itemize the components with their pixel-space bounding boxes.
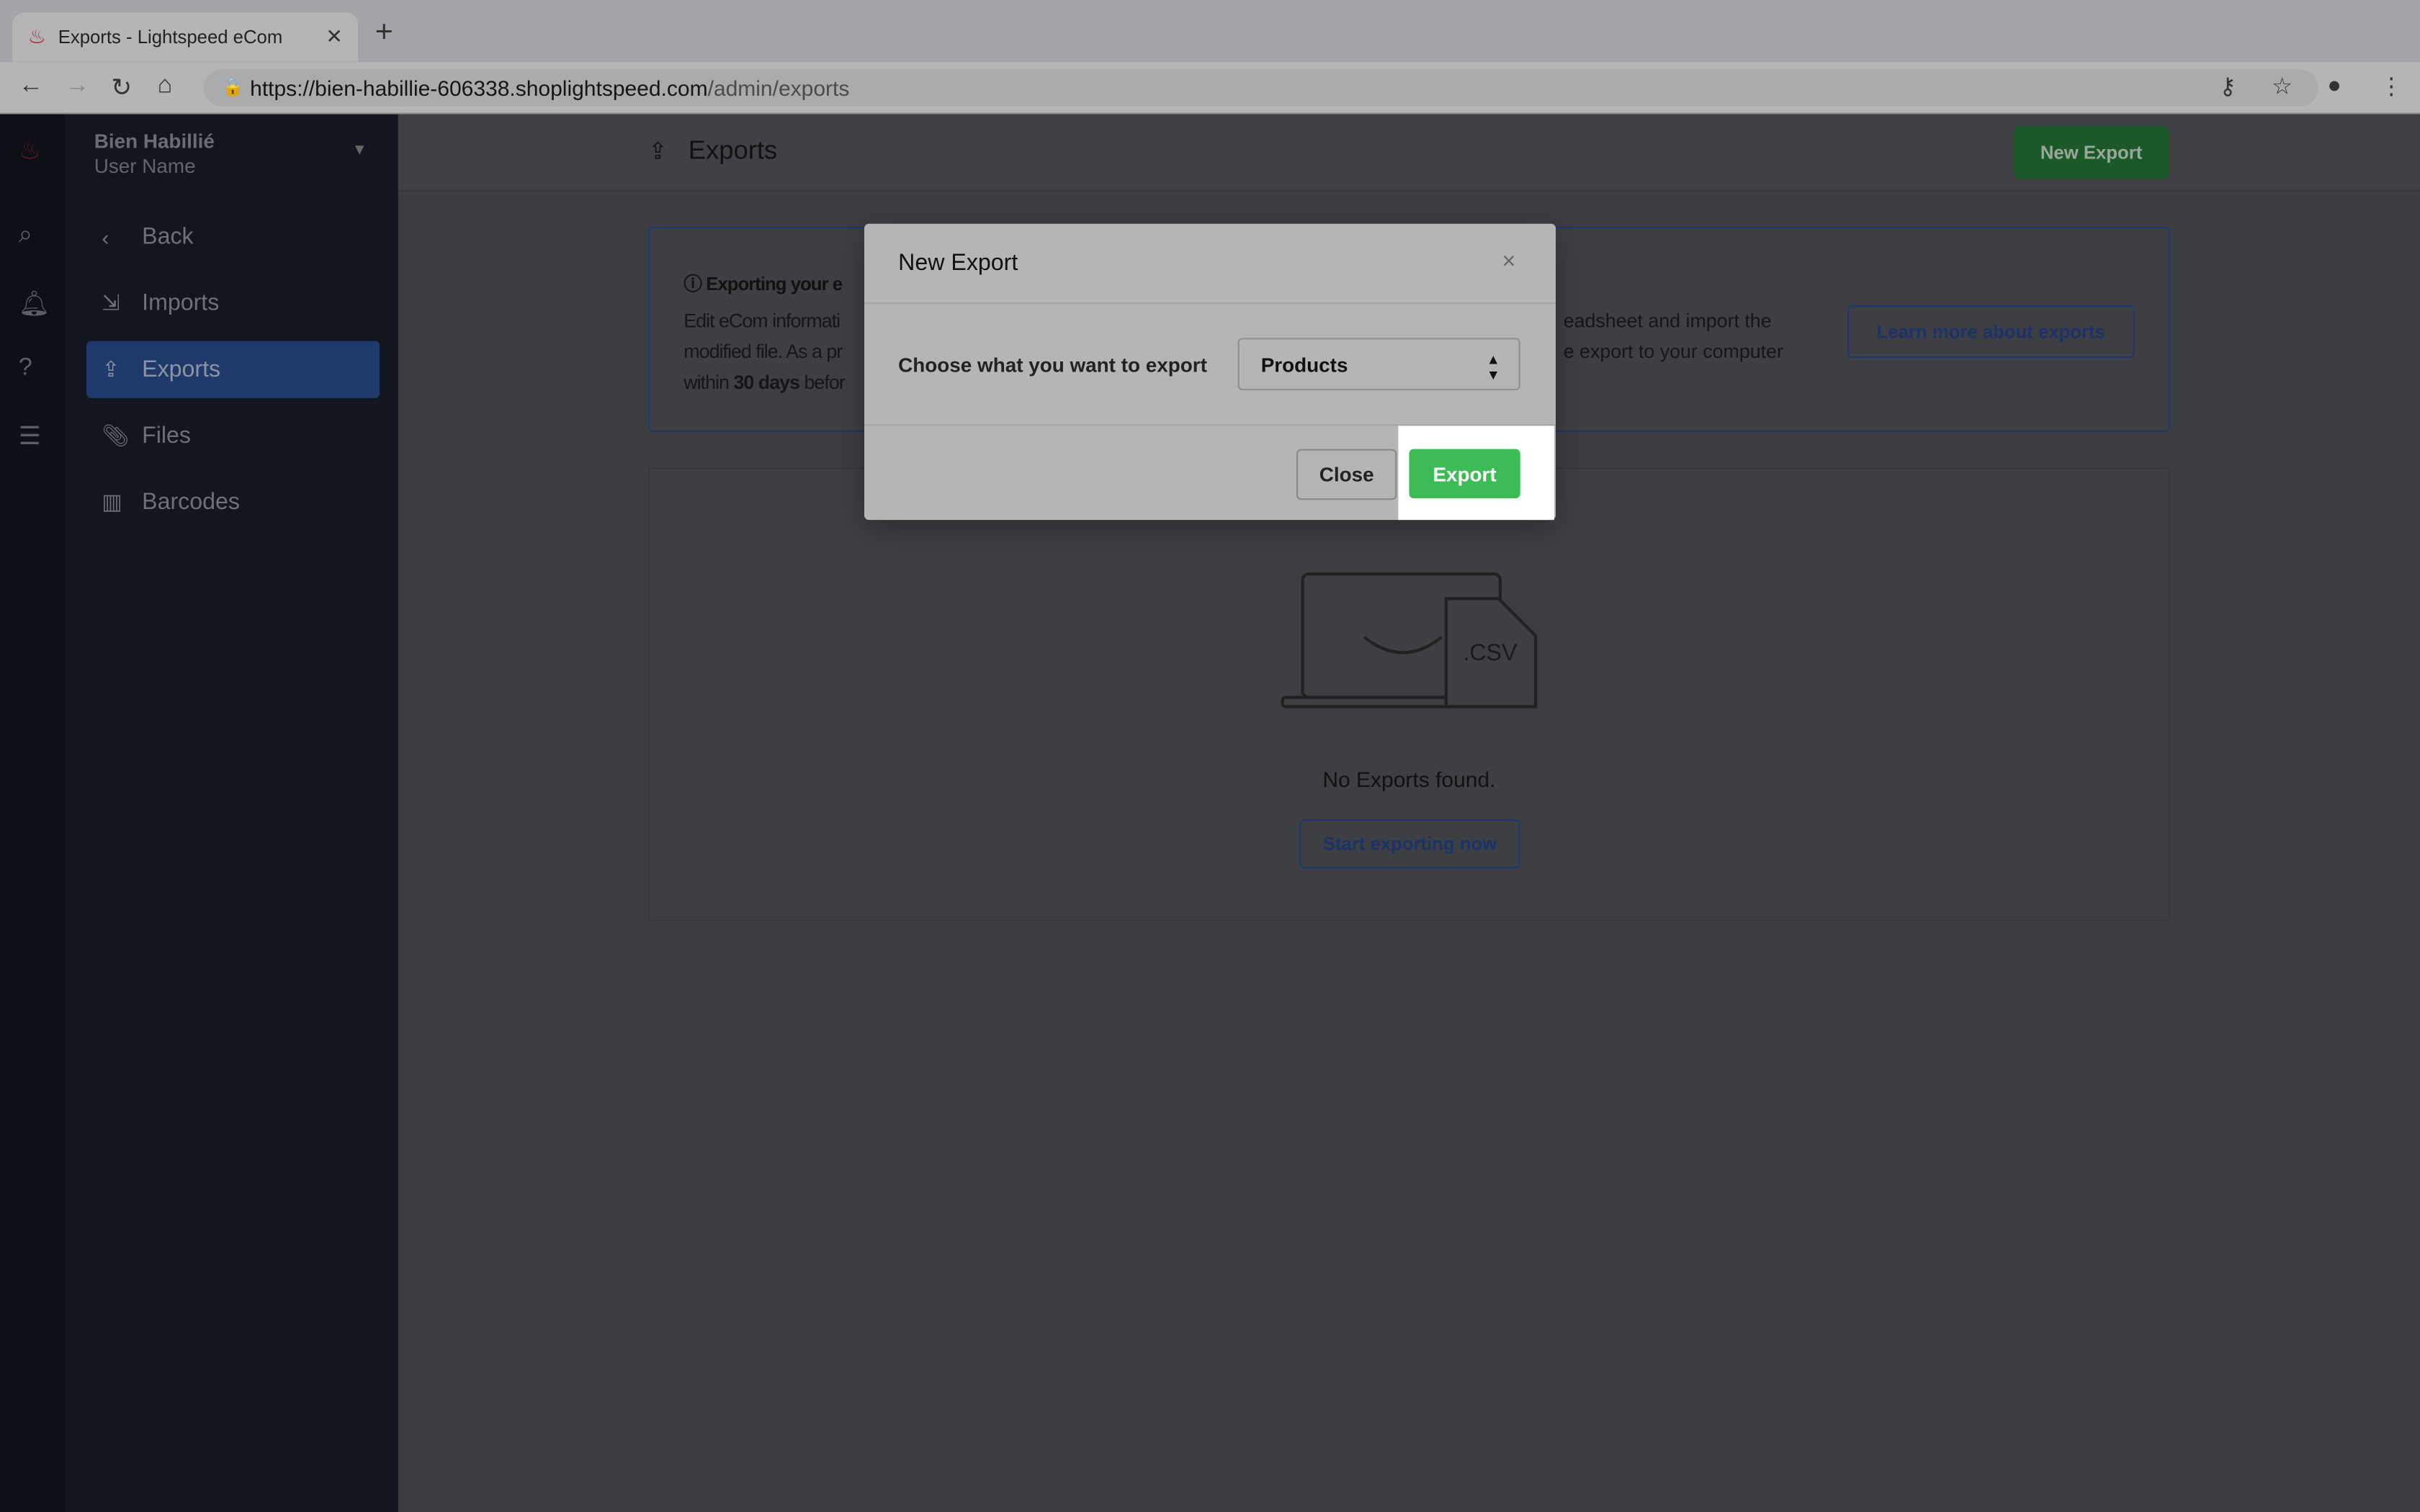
lightspeed-logo-icon: ♨	[27, 24, 46, 48]
sidebar-item-barcodes[interactable]: ▥ Barcodes	[86, 474, 380, 531]
info-text: modified file. As a pr	[684, 341, 843, 363]
bell-icon[interactable]: 🔔︎	[19, 289, 50, 320]
sidebar-item-files[interactable]: 📎︎ Files	[86, 408, 380, 464]
store-icon[interactable]: ☰	[19, 421, 41, 452]
info-text: within 30 days befor	[684, 372, 845, 394]
sidebar-item-back[interactable]: ‹ Back	[86, 208, 380, 265]
sidebar-item-label: Barcodes	[142, 489, 240, 516]
info-title: ⓘ Exporting your e	[684, 273, 843, 295]
close-tab-icon[interactable]: ✕	[326, 24, 342, 49]
sidebar-item-label: Files	[142, 423, 192, 449]
export-type-label: Choose what you want to export	[898, 353, 1207, 377]
laptop-csv-illustration: .CSV	[1281, 572, 1538, 708]
empty-message: No Exports found.	[1322, 767, 1496, 792]
barcode-icon: ▥	[102, 489, 122, 514]
star-icon[interactable]: ☆	[2272, 73, 2293, 100]
address-bar: ← → ↻ ⌂ 🔒 https://bien-habillie-606338.sh…	[0, 61, 2420, 114]
sidebar-item-label: Exports	[142, 356, 221, 383]
info-text-part: befor	[799, 372, 845, 394]
select-arrows-icon: ▲ ▼	[1486, 351, 1500, 383]
sidebar-item-label: Imports	[142, 289, 220, 317]
export-button[interactable]: Export	[1409, 449, 1520, 499]
selected-value: Products	[1260, 353, 1348, 377]
new-tab-icon[interactable]: +	[375, 15, 393, 50]
browser-tab[interactable]: ♨ Exports - Lightspeed eCom ✕	[12, 12, 359, 62]
close-icon[interactable]: ×	[1502, 248, 1516, 274]
sidebar: Bien Habillié User Name ▼ ‹ Back ⇲ Imports…	[65, 114, 398, 1512]
modal-title: New Export	[898, 250, 1018, 276]
user-name[interactable]: User Name	[94, 154, 196, 177]
chevron-down-icon[interactable]: ▼	[352, 142, 367, 159]
empty-state: .CSV No Exports found. Start exporting n…	[648, 467, 2170, 922]
csv-label: .CSV	[1463, 639, 1518, 665]
chevron-left-icon: ‹	[102, 224, 109, 250]
info-text: Edit eCom informati	[684, 310, 841, 332]
start-exporting-button[interactable]: Start exporting now	[1299, 819, 1520, 869]
lightspeed-logo-icon: ♨	[18, 138, 41, 166]
url-input[interactable]: 🔒 https://bien-habillie-606338.shoplights…	[203, 69, 2318, 107]
info-text-bold: 30 days	[733, 372, 799, 394]
info-text: eadsheet and import the	[1563, 310, 1772, 332]
info-text: e export to your computer	[1563, 341, 1783, 363]
export-type-select[interactable]: Products ▲ ▼	[1237, 338, 1520, 391]
menu-icon[interactable]: ⋮	[2380, 73, 2403, 100]
url-path: /admin/exports	[707, 76, 850, 101]
search-icon[interactable]: ⌕	[19, 222, 32, 251]
sidebar-item-label: Back	[142, 223, 194, 251]
help-icon[interactable]: ?	[19, 355, 32, 383]
reload-icon[interactable]: ↻	[111, 73, 132, 104]
info-title-text: Exporting your e	[706, 273, 843, 295]
back-icon[interactable]: ←	[19, 73, 43, 101]
paperclip-icon: 📎︎	[102, 423, 130, 448]
home-icon[interactable]: ⌂	[158, 73, 173, 101]
tab-title: Exports - Lightspeed eCom	[58, 26, 283, 48]
page-title: Exports	[688, 135, 778, 166]
page-header: ⇪ Exports New Export	[398, 114, 2420, 192]
close-button[interactable]: Close	[1296, 449, 1397, 500]
learn-more-button[interactable]: Learn more about exports	[1847, 305, 2135, 359]
import-icon: ⇲	[102, 289, 120, 315]
url-host: https://bien-habillie-606338.shoplightsp…	[250, 76, 708, 101]
export-icon: ⇪	[648, 138, 668, 166]
profile-icon[interactable]: ●	[2327, 73, 2341, 99]
forward-icon[interactable]: →	[65, 73, 89, 101]
tab-bar: ♨ Exports - Lightspeed eCom ✕ +	[0, 0, 2420, 62]
lock-icon: 🔒	[222, 78, 243, 97]
icon-rail: ♨ ⌕ 🔔︎ ? ☰	[0, 114, 65, 1512]
store-name[interactable]: Bien Habillié	[94, 130, 215, 153]
sidebar-item-exports[interactable]: ⇪ Exports	[86, 341, 380, 398]
export-icon: ⇪	[102, 356, 120, 382]
key-icon[interactable]: ⚷	[2219, 73, 2236, 100]
info-text-part: within	[684, 372, 734, 394]
sidebar-item-imports[interactable]: ⇲ Imports	[86, 274, 380, 331]
new-export-button[interactable]: New Export	[2014, 126, 2169, 179]
